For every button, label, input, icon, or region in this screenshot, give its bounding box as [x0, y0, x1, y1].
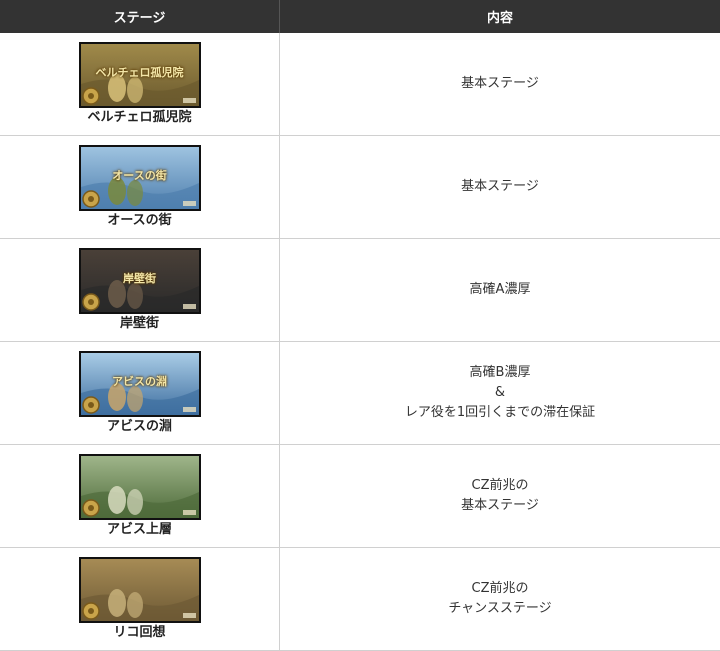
stage-cell: 岸壁街岸壁街 [0, 239, 280, 342]
stage-cell: アビス上層 [0, 445, 280, 548]
content-line: レア役を1回引くまでの滞在保証 [280, 403, 720, 423]
table-row: リコ回想 CZ前兆のチャンスステージ [0, 548, 720, 651]
stage-table: ステージ 内容 ベルチェロ孤児院ベルチェロ孤児院基本ステージオースの街オースの街… [0, 0, 720, 651]
header-content: 内容 [280, 0, 720, 33]
table-row: アビス上層 CZ前兆の基本ステージ [0, 445, 720, 548]
table-row: 岸壁街岸壁街高確A濃厚 [0, 239, 720, 342]
table-header-row: ステージ 内容 [0, 0, 720, 33]
stage-cell: オースの街オースの街 [0, 136, 280, 239]
content-line: 基本ステージ [280, 496, 720, 516]
content-line: 基本ステージ [280, 177, 720, 197]
thumbnail-title-text: 岸壁街 [81, 270, 199, 286]
stage-cell: アビスの淵アビスの淵 [0, 342, 280, 445]
abyss-edge-stage-thumbnail: アビスの淵 [79, 351, 201, 417]
content-line: CZ前兆の [280, 476, 720, 496]
stage-cell: リコ回想 [0, 548, 280, 651]
stage-name: リコ回想 [113, 625, 165, 641]
riko-memory-stage-thumbnail [79, 557, 201, 623]
content-cell: 基本ステージ [280, 33, 720, 136]
orth-town-stage-thumbnail: オースの街 [79, 145, 201, 211]
table-row: オースの街オースの街基本ステージ [0, 136, 720, 239]
content-line: チャンスステージ [280, 599, 720, 619]
orphanage-stage-thumbnail: ベルチェロ孤児院 [79, 42, 201, 108]
abyss-upper-layer-stage-thumbnail [79, 454, 201, 520]
thumbnail-title-text: アビスの淵 [81, 373, 199, 389]
content-line: 高確B濃厚 [280, 363, 720, 383]
content-line: & [280, 383, 720, 403]
cliff-town-stage-thumbnail: 岸壁街 [79, 248, 201, 314]
stage-name: オースの街 [107, 213, 171, 229]
thumbnail-title-text: ベルチェロ孤児院 [81, 64, 199, 80]
stage-cell: ベルチェロ孤児院ベルチェロ孤児院 [0, 33, 280, 136]
content-cell: CZ前兆の基本ステージ [280, 445, 720, 548]
stage-name: アビス上層 [107, 522, 172, 538]
thumbnail-title-text: オースの街 [81, 167, 199, 183]
content-line: 基本ステージ [280, 74, 720, 94]
stage-name: 岸壁街 [120, 316, 159, 332]
content-cell: CZ前兆のチャンスステージ [280, 548, 720, 651]
table-body: ベルチェロ孤児院ベルチェロ孤児院基本ステージオースの街オースの街基本ステージ岸壁… [0, 33, 720, 651]
table-row: アビスの淵アビスの淵高確B濃厚&レア役を1回引くまでの滞在保証 [0, 342, 720, 445]
content-cell: 高確B濃厚&レア役を1回引くまでの滞在保証 [280, 342, 720, 445]
content-line: CZ前兆の [280, 579, 720, 599]
content-cell: 高確A濃厚 [280, 239, 720, 342]
content-cell: 基本ステージ [280, 136, 720, 239]
table-row: ベルチェロ孤児院ベルチェロ孤児院基本ステージ [0, 33, 720, 136]
header-stage: ステージ [0, 0, 280, 33]
stage-name: アビスの淵 [107, 419, 172, 435]
content-line: 高確A濃厚 [280, 280, 720, 300]
stage-name: ベルチェロ孤児院 [87, 110, 191, 126]
